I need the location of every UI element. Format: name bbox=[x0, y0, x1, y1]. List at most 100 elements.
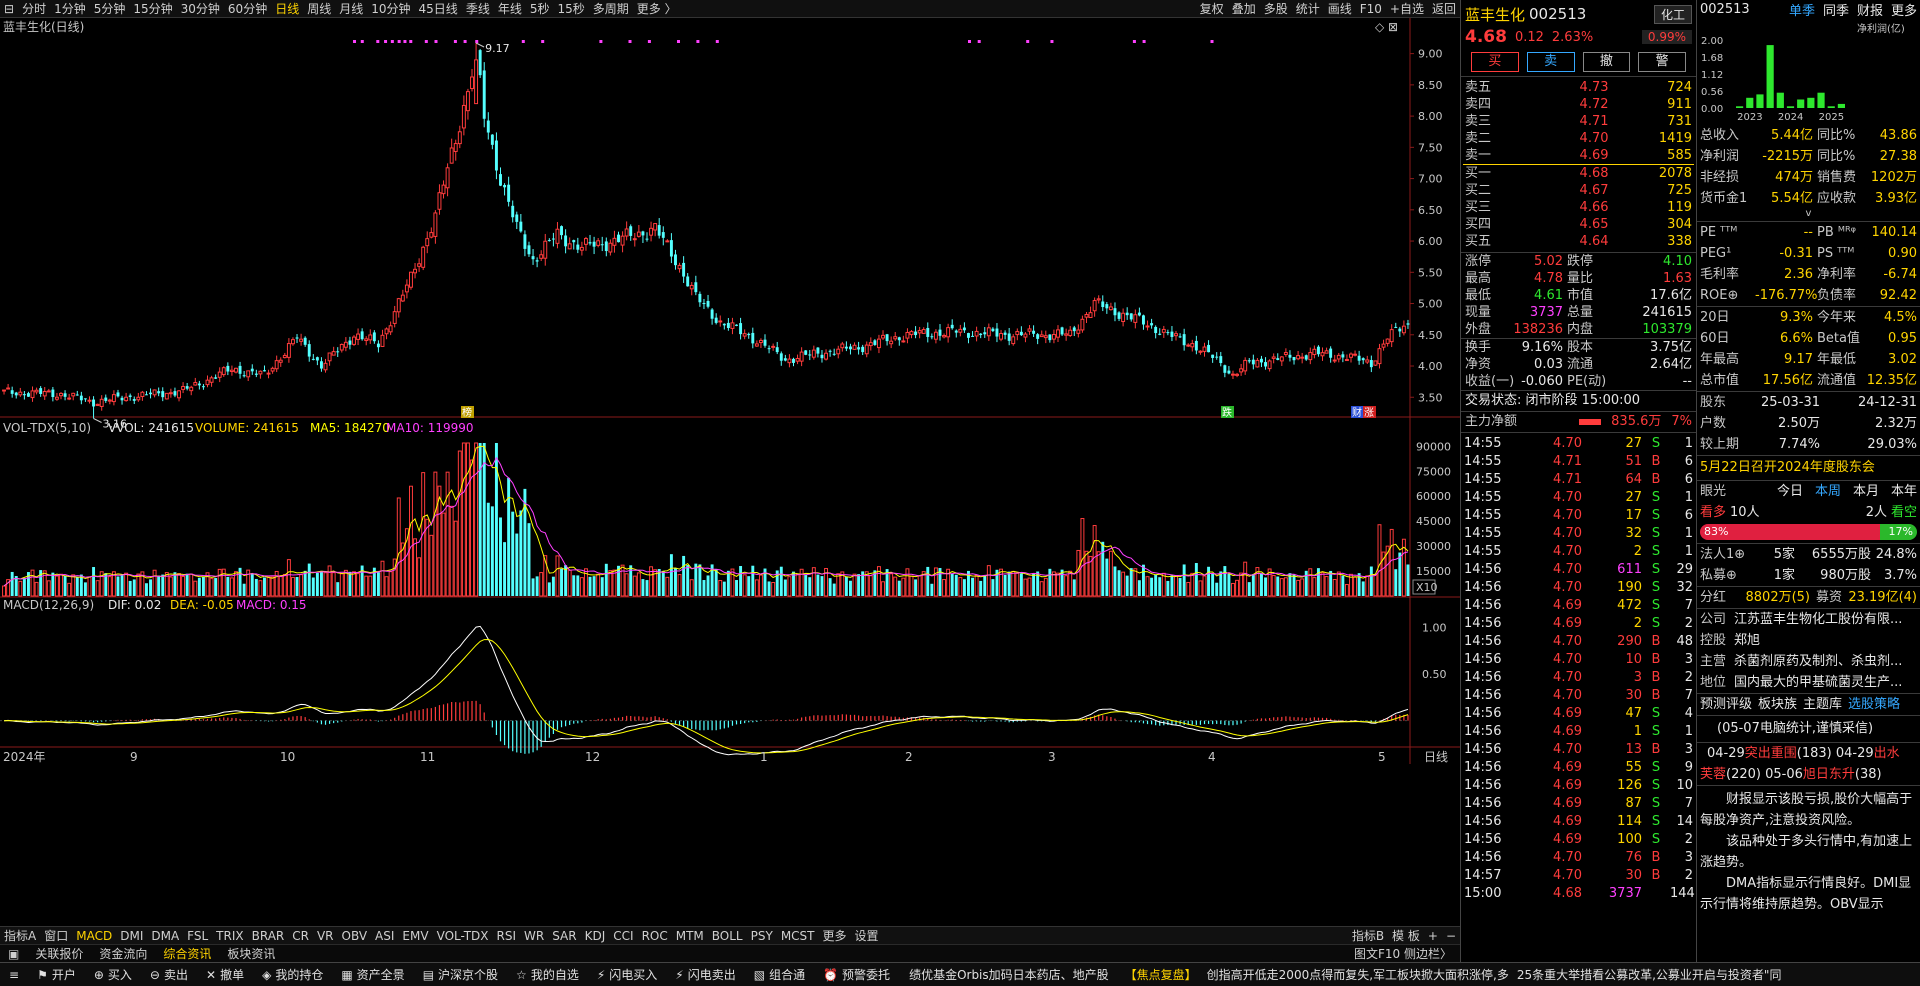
event-flag[interactable]: 榜 bbox=[462, 406, 472, 419]
bid-level-row[interactable]: 买五 4.64 338 bbox=[1461, 233, 1696, 250]
company-row[interactable]: 地位 国内最大的甲基硫菌灵生产... bbox=[1697, 672, 1920, 693]
bid-level-row[interactable]: 买三 4.66 119 bbox=[1461, 199, 1696, 216]
f10-tab-2[interactable]: 财报 bbox=[1857, 0, 1883, 19]
indicator-tab-22[interactable]: PSY bbox=[747, 929, 777, 943]
status-button-1[interactable]: ⊕ 买入 bbox=[85, 966, 141, 983]
toolbar-button-2[interactable]: 多股 bbox=[1260, 0, 1292, 17]
sentiment-tab-1[interactable]: 本周 bbox=[1815, 481, 1841, 502]
bid-level-row[interactable]: 买二 4.67 725 bbox=[1461, 182, 1696, 199]
indicator-tab-18[interactable]: CCI bbox=[609, 929, 637, 943]
chart-area[interactable]: 蓝丰生化(日线) ◇ ⊠ VOL-TDX(5,10) VVOL: 241615 … bbox=[0, 18, 1460, 930]
status-button-6[interactable]: ▤ 沪深京个股 bbox=[414, 966, 507, 983]
forecast-tab-1[interactable]: 板块族 bbox=[1758, 694, 1797, 715]
period-tab-4[interactable]: 30分钟 bbox=[177, 0, 224, 17]
ask-level-row[interactable]: 卖一 4.69 585 bbox=[1461, 147, 1696, 164]
trade-button-1[interactable]: 卖 bbox=[1526, 52, 1575, 72]
indicator-tab-1[interactable]: 窗口 bbox=[40, 927, 72, 944]
period-tab-8[interactable]: 月线 bbox=[335, 0, 367, 17]
f10-tab-1[interactable]: 同季 bbox=[1823, 0, 1849, 19]
status-button-9[interactable]: ⚡ 闪电卖出 bbox=[666, 966, 744, 983]
bid-level-row[interactable]: 买一 4.68 2078 bbox=[1461, 165, 1696, 182]
period-tab-14[interactable]: 15秒 bbox=[553, 0, 588, 17]
indicator-tab-5[interactable]: FSL bbox=[183, 929, 212, 943]
info-tool-tab-2[interactable]: 综合资讯 bbox=[155, 945, 219, 962]
sentiment-tab-0[interactable]: 今日 bbox=[1777, 481, 1803, 502]
event-flag[interactable]: 财 bbox=[1352, 406, 1362, 419]
news-headline[interactable]: 创指高开低走2000点得而复失,军工板块掀大面积涨停,多 bbox=[1203, 966, 1513, 983]
period-tab-12[interactable]: 年线 bbox=[494, 0, 526, 17]
toolbar-button-6[interactable]: +自选 bbox=[1386, 0, 1428, 17]
expand-caret-icon[interactable]: v bbox=[1697, 209, 1920, 221]
meeting-row[interactable]: 5月22日召开2024年度股东会 bbox=[1697, 456, 1920, 480]
sidebar-toggle-icon[interactable]: ⊟ bbox=[0, 2, 18, 16]
company-row[interactable]: 主营 杀菌剂原药及制剂、杀虫剂... bbox=[1697, 651, 1920, 672]
menu-icon[interactable]: ≡ bbox=[0, 968, 28, 982]
ask-level-row[interactable]: 卖四 4.72 911 bbox=[1461, 96, 1696, 113]
indicator-right-button-0[interactable]: 指标B bbox=[1348, 927, 1388, 944]
indicator-tab-25[interactable]: 设置 bbox=[851, 927, 883, 944]
indicator-tab-16[interactable]: SAR bbox=[548, 929, 580, 943]
expand-icon[interactable]: ▣ bbox=[0, 947, 27, 961]
ask-level-row[interactable]: 卖二 4.70 1419 bbox=[1461, 130, 1696, 147]
info-tool-tab-3[interactable]: 板块资讯 bbox=[219, 945, 283, 962]
event-flag[interactable]: 跌 bbox=[1222, 406, 1232, 419]
indicator-right-button-2[interactable]: + bbox=[1424, 929, 1442, 943]
indicator-tab-17[interactable]: KDJ bbox=[581, 929, 610, 943]
period-tab-16[interactable]: 更多 〉 bbox=[633, 0, 681, 17]
forecast-tab-0[interactable]: 预测评级 bbox=[1700, 694, 1752, 715]
info-tool-tab-1[interactable]: 资金流向 bbox=[91, 945, 155, 962]
chart-window-icons[interactable]: ◇ ⊠ bbox=[1375, 20, 1398, 34]
toolbar-button-3[interactable]: 统计 bbox=[1292, 0, 1324, 17]
toolbar-button-0[interactable]: 复权 bbox=[1196, 0, 1228, 17]
toolbar-button-1[interactable]: 叠加 bbox=[1228, 0, 1260, 17]
indicator-tab-2[interactable]: MACD bbox=[72, 929, 116, 943]
ask-level-row[interactable]: 卖三 4.71 731 bbox=[1461, 113, 1696, 130]
indicator-tab-15[interactable]: WR bbox=[520, 929, 548, 943]
trade-button-2[interactable]: 撤 bbox=[1582, 52, 1631, 72]
period-tab-15[interactable]: 多周期 bbox=[589, 0, 633, 17]
bid-level-row[interactable]: 买四 4.65 304 bbox=[1461, 216, 1696, 233]
f10-tab-3[interactable]: 更多 bbox=[1891, 0, 1917, 19]
indicator-tab-23[interactable]: MCST bbox=[777, 929, 819, 943]
period-tab-11[interactable]: 季线 bbox=[462, 0, 494, 17]
event-flag[interactable]: 涨 bbox=[1364, 407, 1374, 419]
indicator-tab-24[interactable]: 更多 bbox=[819, 927, 851, 944]
trade-button-0[interactable]: 买 bbox=[1471, 52, 1519, 72]
f10-sidebar-link[interactable]: 图文F10 侧边栏〉 bbox=[1346, 945, 1460, 962]
period-tab-5[interactable]: 60分钟 bbox=[224, 0, 271, 17]
indicator-tab-14[interactable]: RSI bbox=[493, 929, 521, 943]
indicator-tab-12[interactable]: EMV bbox=[398, 929, 432, 943]
indicator-tab-9[interactable]: VR bbox=[313, 929, 338, 943]
indicator-tab-4[interactable]: DMA bbox=[147, 929, 183, 943]
sentiment-tab-3[interactable]: 本年 bbox=[1891, 481, 1917, 502]
company-row[interactable]: 控股 郑旭 bbox=[1697, 630, 1920, 651]
indicator-tab-20[interactable]: MTM bbox=[672, 929, 708, 943]
period-tab-6[interactable]: 日线 bbox=[271, 0, 303, 17]
chart-svg[interactable]: 蓝丰生化(日线) ◇ ⊠ VOL-TDX(5,10) VVOL: 241615 … bbox=[0, 18, 1460, 926]
indicator-tab-6[interactable]: TRIX bbox=[212, 929, 247, 943]
indicator-tab-8[interactable]: CR bbox=[288, 929, 313, 943]
indicator-tab-19[interactable]: ROC bbox=[638, 929, 672, 943]
f10-tab-0[interactable]: 单季 bbox=[1789, 0, 1815, 19]
status-button-11[interactable]: ⏰ 预警委托 bbox=[814, 966, 899, 983]
indicator-tab-13[interactable]: VOL-TDX bbox=[433, 929, 493, 943]
info-tool-tab-0[interactable]: 关联报价 bbox=[27, 945, 91, 962]
indicator-tab-11[interactable]: ASI bbox=[371, 929, 398, 943]
period-tab-3[interactable]: 15分钟 bbox=[129, 0, 176, 17]
meeting-notice[interactable]: 5月22日召开2024年度股东会 bbox=[1700, 456, 1875, 480]
indicator-tab-3[interactable]: DMI bbox=[116, 929, 147, 943]
status-button-0[interactable]: ⚑ 开户 bbox=[28, 966, 85, 983]
period-tab-9[interactable]: 10分钟 bbox=[367, 0, 414, 17]
status-button-8[interactable]: ⚡ 闪电买入 bbox=[588, 966, 666, 983]
trade-button-3[interactable]: 警 bbox=[1638, 52, 1686, 72]
status-button-5[interactable]: ▦ 资产全景 bbox=[332, 966, 413, 983]
indicator-tab-0[interactable]: 指标A bbox=[0, 927, 40, 944]
status-button-2[interactable]: ⊖ 卖出 bbox=[141, 966, 197, 983]
status-button-10[interactable]: ▧ 组合通 bbox=[745, 966, 814, 983]
fund-ticker[interactable]: 绩优基金Orbis加码日本药店、地产股 bbox=[899, 966, 1119, 983]
toolbar-button-5[interactable]: F10 bbox=[1356, 2, 1386, 16]
indicator-tab-7[interactable]: BRAR bbox=[248, 929, 289, 943]
sentiment-tab-2[interactable]: 本月 bbox=[1853, 481, 1879, 502]
period-tab-2[interactable]: 5分钟 bbox=[90, 0, 130, 17]
indicator-right-button-3[interactable]: − bbox=[1442, 929, 1460, 943]
